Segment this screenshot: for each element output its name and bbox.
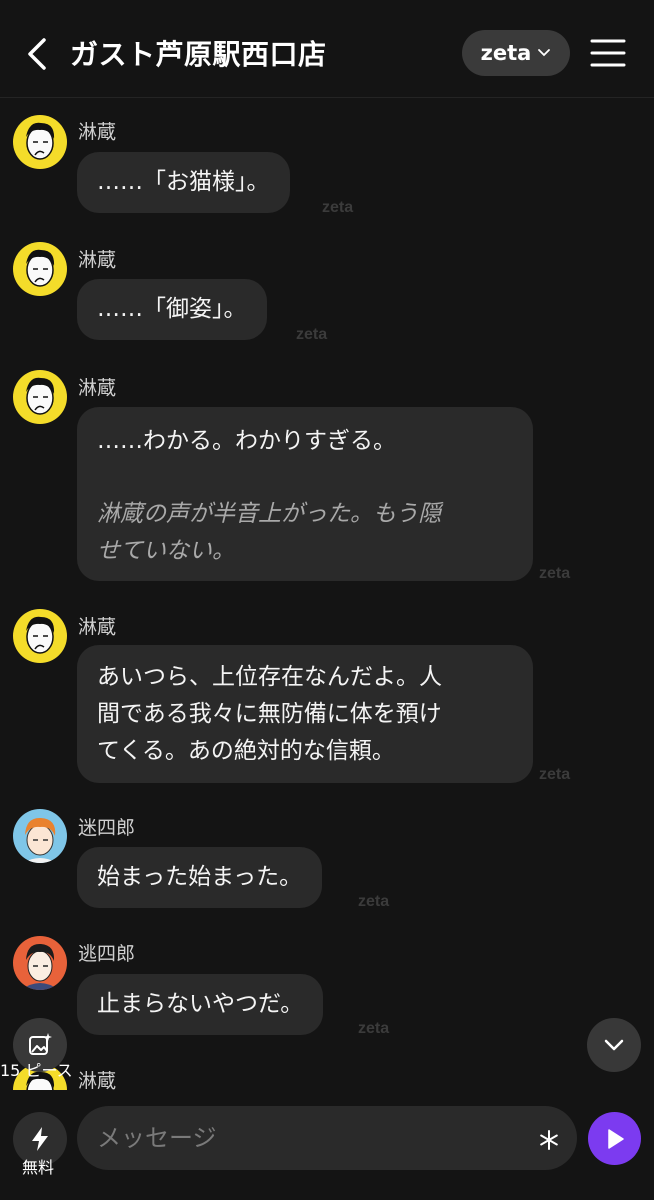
- avatar[interactable]: [13, 609, 67, 663]
- message-text: 止まらないやつだ。: [97, 991, 304, 1017]
- message-text: 始まった始まった。: [97, 864, 303, 890]
- chevron-down-icon: [538, 49, 551, 57]
- room-title: ガスト芦原駅西口店: [70, 38, 327, 71]
- avatar[interactable]: [13, 242, 67, 296]
- character-avatar-icon: [13, 242, 67, 296]
- message-bubble[interactable]: ……「お猫様」。: [77, 152, 290, 213]
- message-bubble[interactable]: ……「御姿」。: [77, 279, 267, 340]
- sender-name: 淋蔵: [78, 377, 117, 399]
- chat-header: ガスト芦原駅西口店 zeta: [0, 0, 654, 98]
- hamburger-menu-icon: [590, 39, 626, 67]
- menu-button[interactable]: [588, 36, 628, 70]
- character-avatar-icon: [13, 936, 67, 990]
- send-button[interactable]: [588, 1112, 641, 1165]
- zeta-watermark: zeta: [322, 199, 354, 216]
- avatar[interactable]: [13, 115, 67, 169]
- sender-name: 逃四郎: [78, 943, 136, 965]
- message-bubble[interactable]: ……わかる。わかりすぎる。 淋蔵の声が半音上がった。もう隠 せていない。: [77, 407, 533, 581]
- character-avatar-icon: [13, 115, 67, 169]
- sender-name: 淋蔵: [78, 121, 117, 143]
- character-avatar-icon: [13, 609, 67, 663]
- message-bubble[interactable]: 始まった始まった。: [77, 847, 323, 908]
- message-bubble[interactable]: あいつら、上位存在なんだよ。人 間である我々に無防備に体を預け てくる。あの絶対…: [77, 645, 533, 783]
- zeta-watermark: zeta: [539, 565, 571, 582]
- sender-name: 淋蔵: [78, 1070, 117, 1092]
- narration-text: せていない。: [97, 538, 235, 564]
- message-text: あいつら、上位存在なんだよ。人: [97, 664, 442, 690]
- model-label: zeta: [480, 41, 532, 65]
- free-label: 無料: [22, 1158, 55, 1177]
- back-chevron-icon: [28, 38, 46, 70]
- sender-name: 淋蔵: [78, 249, 117, 271]
- action-mode-button[interactable]: [537, 1128, 561, 1152]
- message-input-container: [77, 1106, 577, 1170]
- message-bubble[interactable]: 止まらないやつだ。: [77, 974, 324, 1035]
- zeta-watermark: zeta: [358, 893, 390, 910]
- message-text: ……わかる。わかりすぎる。: [97, 428, 396, 454]
- character-avatar-icon: [13, 370, 67, 424]
- back-button[interactable]: [22, 36, 52, 72]
- avatar[interactable]: [13, 809, 67, 863]
- chat-input-bar: 無料: [0, 1090, 654, 1200]
- model-selector-button[interactable]: zeta: [462, 30, 570, 76]
- lightning-icon: [32, 1127, 48, 1151]
- zeta-watermark: zeta: [296, 326, 328, 343]
- piece-count-label: 15 ピース: [0, 1061, 73, 1080]
- zeta-watermark: zeta: [358, 1020, 390, 1037]
- avatar[interactable]: [13, 370, 67, 424]
- play-send-icon: [607, 1128, 624, 1149]
- sender-name: 迷四郎: [78, 817, 136, 839]
- zeta-watermark: zeta: [539, 766, 571, 783]
- narration-text: 淋蔵の声が半音上がった。もう隠: [97, 501, 442, 527]
- message-text: 間である我々に無防備に体を預け: [97, 701, 442, 727]
- image-sparkle-icon: [29, 1033, 52, 1055]
- asterisk-icon: [540, 1130, 558, 1150]
- character-avatar-icon: [13, 809, 67, 863]
- sender-name: 淋蔵: [78, 616, 117, 638]
- message-text: ……「御姿」。: [97, 296, 247, 322]
- scroll-down-chevron-icon: [604, 1039, 624, 1051]
- message-text: てくる。あの絶対的な信頼。: [97, 738, 395, 764]
- message-input[interactable]: [97, 1106, 517, 1170]
- scroll-to-bottom-button[interactable]: [587, 1018, 641, 1072]
- avatar[interactable]: [13, 936, 67, 990]
- message-text: ……「お猫様」。: [97, 169, 270, 195]
